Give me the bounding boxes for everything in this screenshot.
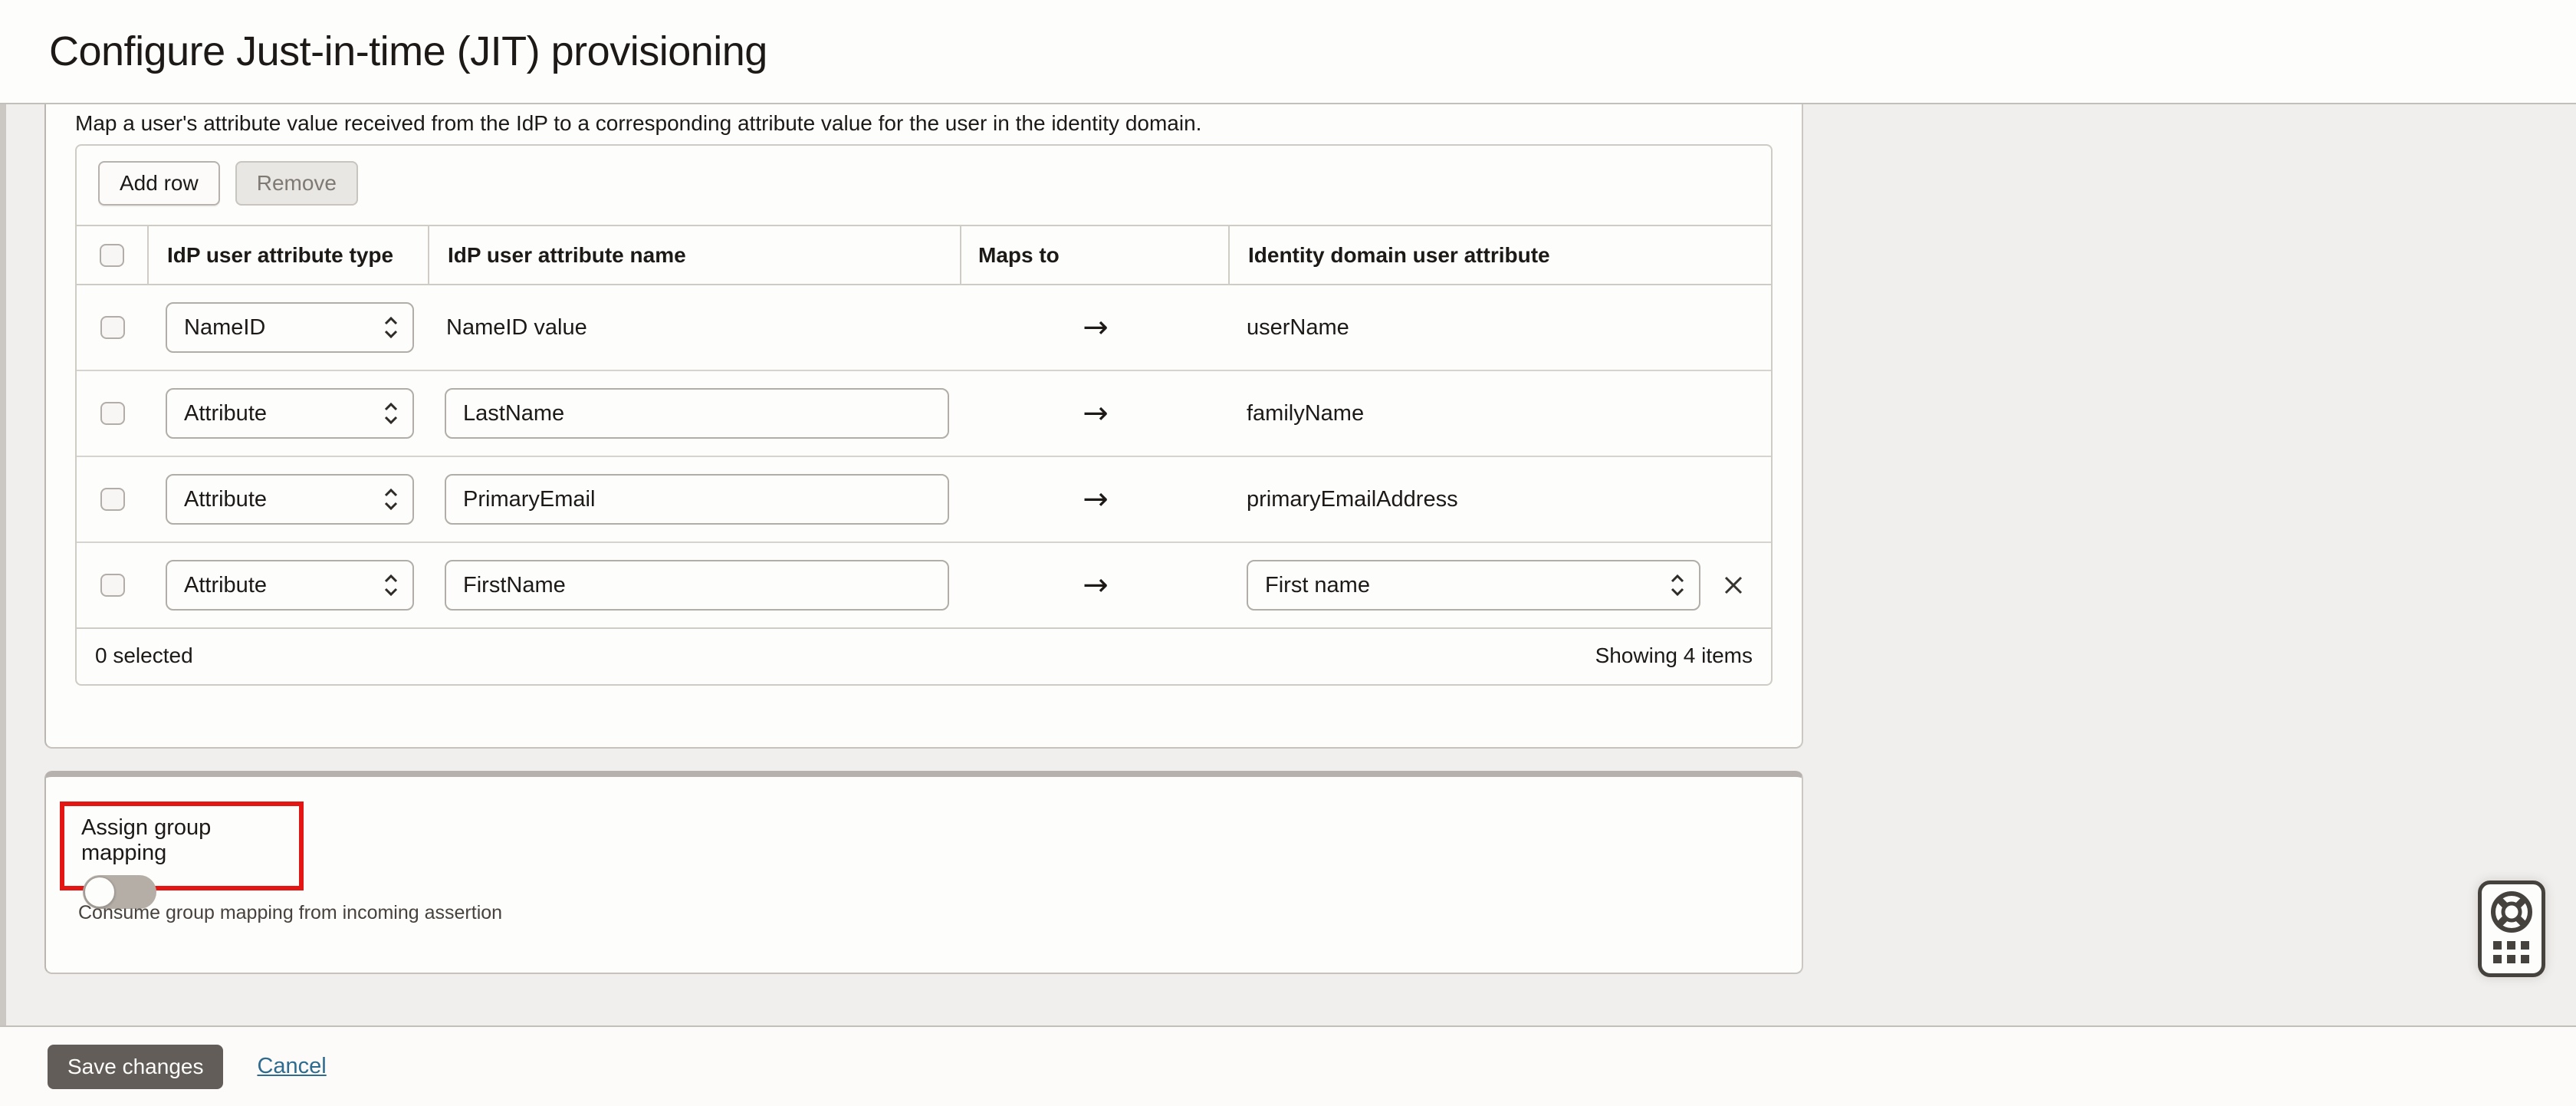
table-row: Attribute → primaryEmailAddress [77, 457, 1771, 543]
table-row: Attribute → familyName [77, 371, 1771, 457]
page-title: Configure Just-in-time (JIT) provisionin… [49, 28, 767, 75]
idp-attribute-name-text: NameID value [429, 315, 587, 341]
group-mapping-panel: Assign group mapping Consume group mappi… [44, 771, 1803, 974]
table-row: NameID NameID value → userName [77, 285, 1771, 371]
column-header-idp-name: IdP user attribute name [429, 226, 961, 284]
lifebuoy-icon [2482, 884, 2542, 973]
page-header: Configure Just-in-time (JIT) provisionin… [0, 0, 2576, 104]
idp-attribute-type-select[interactable]: Attribute [166, 474, 414, 525]
table-row: Attribute → First name [77, 543, 1771, 629]
highlight-rectangle: Assign group mapping [60, 802, 304, 890]
maps-to-arrow-icon: → [1083, 482, 1109, 517]
row-checkbox[interactable] [100, 402, 125, 425]
grid-dots-icon [2493, 941, 2529, 963]
idp-attribute-type-select[interactable]: NameID [166, 302, 414, 353]
add-row-button[interactable]: Add row [98, 161, 220, 206]
idp-attribute-name-input[interactable] [445, 560, 949, 611]
row-checkbox[interactable] [100, 488, 125, 511]
remove-row-icon[interactable] [1720, 572, 1746, 598]
select-all-checkbox[interactable] [100, 244, 124, 267]
attribute-mapping-panel: Map a user's attribute value received fr… [44, 104, 1803, 749]
idp-attribute-type-select[interactable]: Attribute [166, 560, 414, 611]
table-header-row: IdP user attribute type IdP user attribu… [77, 226, 1771, 285]
domain-attribute-text: familyName [1230, 401, 1364, 426]
mapping-description: Map a user's attribute value received fr… [75, 110, 1762, 137]
idp-attribute-name-input[interactable] [445, 474, 949, 525]
domain-attribute-text: userName [1230, 315, 1349, 341]
selected-count: 0 selected [95, 644, 193, 668]
select-updown-icon [382, 314, 400, 341]
select-updown-icon [382, 486, 400, 512]
idp-attribute-type-select[interactable]: Attribute [166, 388, 414, 439]
column-header-idp-type: IdP user attribute type [149, 226, 429, 284]
domain-attribute-select[interactable]: First name [1247, 560, 1700, 611]
select-updown-icon [382, 572, 400, 598]
select-all-cell [77, 226, 149, 284]
maps-to-arrow-icon: → [1083, 568, 1109, 603]
select-updown-icon [1668, 572, 1687, 598]
domain-attribute-text: primaryEmailAddress [1230, 487, 1458, 512]
cancel-link[interactable]: Cancel [257, 1054, 326, 1079]
left-edge-divider [0, 104, 6, 1106]
mapping-table: Add row Remove IdP user attribute type I… [75, 144, 1773, 686]
action-bar: Save changes Cancel [0, 1025, 2576, 1106]
row-checkbox[interactable] [100, 574, 125, 597]
showing-count: Showing 4 items [1595, 644, 1753, 668]
select-updown-icon [382, 400, 400, 426]
column-header-maps-to: Maps to [961, 226, 1230, 284]
remove-button[interactable]: Remove [235, 161, 358, 206]
save-changes-button[interactable]: Save changes [48, 1045, 223, 1089]
table-footer: 0 selected Showing 4 items [77, 629, 1771, 683]
maps-to-arrow-icon: → [1083, 310, 1109, 345]
maps-to-arrow-icon: → [1083, 396, 1109, 431]
idp-attribute-name-input[interactable] [445, 388, 949, 439]
table-toolbar: Add row Remove [77, 146, 1771, 226]
row-checkbox[interactable] [100, 316, 125, 339]
help-widget-button[interactable] [2478, 881, 2545, 977]
group-mapping-help-text: Consume group mapping from incoming asse… [78, 902, 502, 924]
jit-provisioning-page: Configure Just-in-time (JIT) provisionin… [0, 0, 2576, 1106]
assign-group-mapping-label: Assign group mapping [81, 815, 299, 866]
column-header-domain-attribute: Identity domain user attribute [1230, 226, 1771, 284]
